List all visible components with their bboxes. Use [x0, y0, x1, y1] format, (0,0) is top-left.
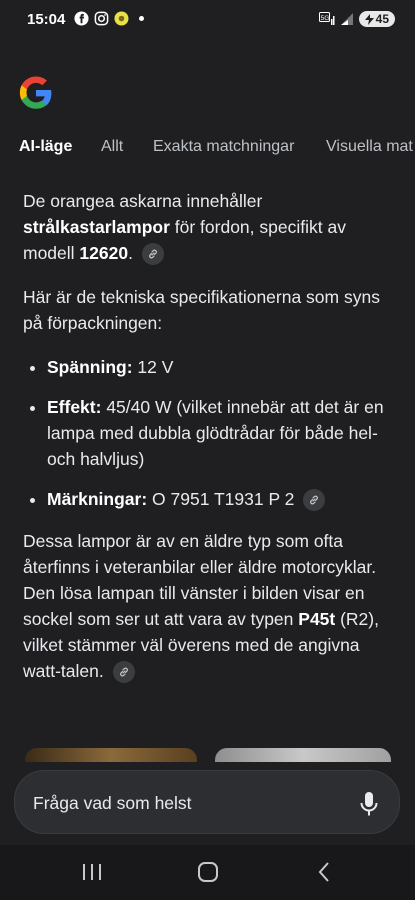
ask-input-bar[interactable]: Fråga vad som helst [14, 770, 400, 834]
source-link-chip[interactable] [303, 489, 326, 512]
tab-all[interactable]: Allt [101, 138, 123, 156]
tab-ai-mode[interactable]: AI-läge [19, 138, 72, 156]
link-icon [119, 667, 128, 677]
image-thumbnail[interactable] [25, 748, 197, 762]
status-right-icons: 5G 45 [318, 11, 395, 27]
system-nav-bar [0, 845, 415, 900]
tab-exact-matches[interactable]: Exakta matchningar [153, 138, 294, 156]
answer-paragraph-3: Dessa lampor är av en äldre typ som ofta… [23, 528, 393, 684]
answer-bold-term: strålkastarlampor [23, 217, 170, 237]
ai-answer: De orangea askarna innehåller strålkasta… [23, 188, 393, 702]
list-item: Märkningar: O 7951 T1931 P 2 [47, 486, 393, 512]
home-icon[interactable] [195, 859, 221, 885]
back-icon[interactable] [312, 859, 338, 885]
search-input[interactable]: Fråga vad som helst [33, 793, 192, 814]
notification-dot [139, 16, 144, 21]
google-logo-icon[interactable] [18, 75, 54, 111]
battery-indicator: 45 [358, 11, 395, 27]
answer-paragraph-2: Här är de tekniska specifikationerna som… [23, 287, 380, 333]
instagram-icon [94, 11, 109, 26]
source-link-chip[interactable] [112, 661, 135, 684]
svg-text:5G: 5G [320, 15, 329, 22]
battery-charging-icon [364, 13, 374, 25]
sun-icon [114, 11, 129, 26]
battery-level: 45 [375, 12, 389, 26]
wifi-signal-icon [340, 13, 353, 25]
status-bar: 15:04 5G 45 [0, 0, 415, 40]
link-icon [148, 249, 157, 259]
signal-5g-icon: 5G [318, 11, 335, 25]
image-thumbnail[interactable] [215, 748, 391, 762]
image-thumbnails [25, 748, 391, 768]
status-left-icons [74, 11, 144, 26]
source-link-chip[interactable] [141, 243, 164, 266]
list-item: Effekt: 45/40 W (vilket innebär att det … [47, 394, 393, 472]
answer-bold-socket: P45t [298, 609, 336, 629]
facebook-icon [74, 11, 89, 26]
answer-paragraph-1: De orangea askarna innehåller strålkasta… [23, 188, 393, 266]
answer-bold-model: 12620 [79, 243, 129, 263]
microphone-icon[interactable] [359, 791, 379, 817]
search-tabs: AI-läge Allt Exakta matchningar Visuella… [0, 128, 415, 168]
spec-list: Spänning: 12 V Effekt: 45/40 W (vilket i… [23, 354, 393, 512]
status-time: 15:04 [27, 11, 66, 28]
tab-visual-matches[interactable]: Visuella mat [326, 138, 413, 156]
recents-icon[interactable] [79, 859, 105, 885]
link-icon [310, 495, 319, 505]
list-item: Spänning: 12 V [47, 354, 393, 380]
